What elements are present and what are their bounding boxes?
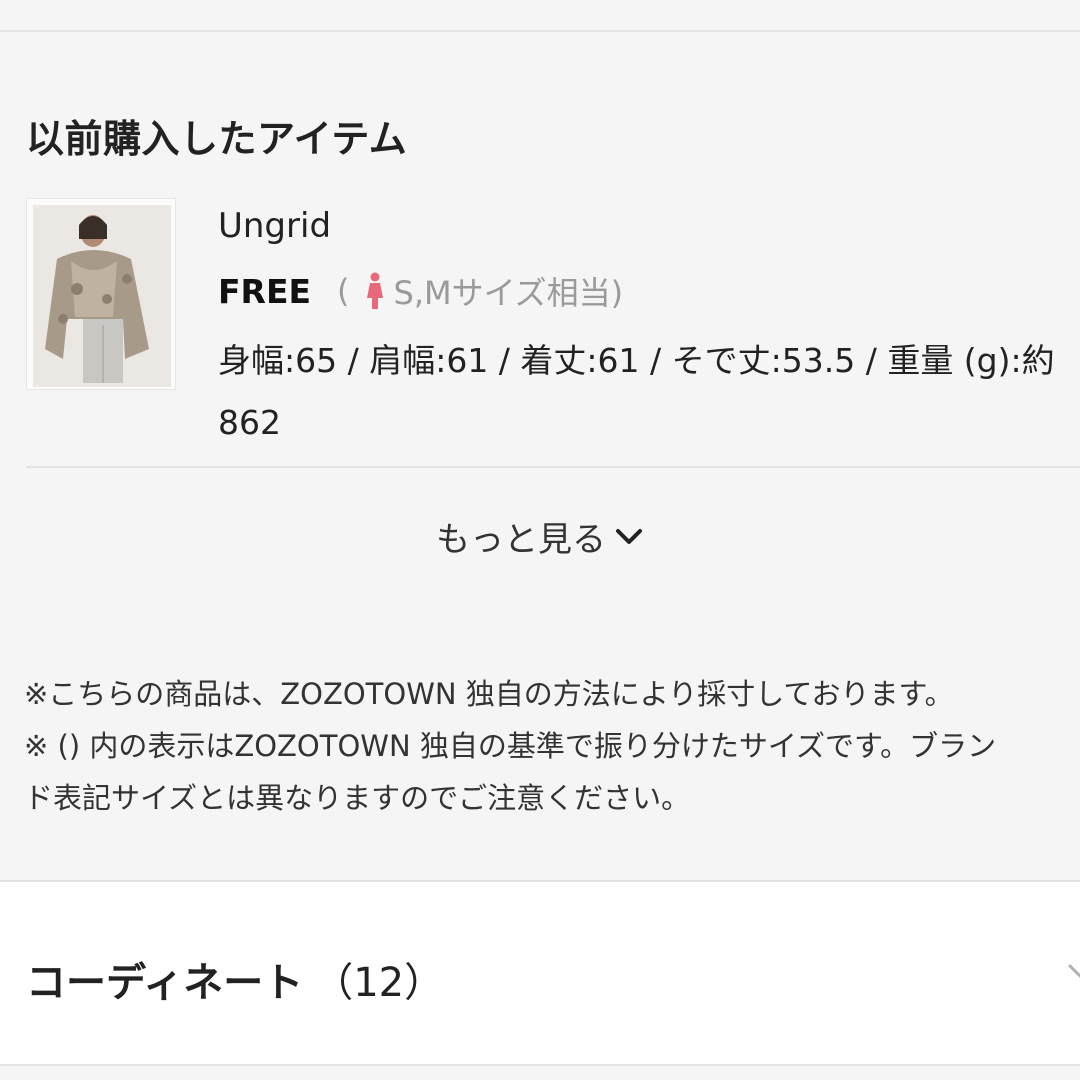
measurements: 身幅:65 / 肩幅:61 / 着丈:61 / そで丈:53.5 / 重量 (g… bbox=[218, 330, 1055, 454]
size-hint-open-paren: ( bbox=[337, 272, 350, 310]
coordinate-title: コーディネート （12） bbox=[26, 950, 444, 1008]
coordinate-count: （12） bbox=[313, 960, 445, 1006]
note-line-1: ※こちらの商品は、ZOZOTOWN 独自の方法により採寸しております。 bbox=[24, 677, 954, 711]
coordinate-section[interactable]: コーディネート （12） bbox=[0, 880, 1080, 1066]
item-thumbnail[interactable] bbox=[26, 198, 176, 390]
item-brand[interactable]: Ungrid bbox=[218, 206, 331, 246]
show-more-button[interactable]: もっと見る bbox=[0, 512, 1080, 561]
product-photo bbox=[27, 199, 175, 389]
measurements-line-1: 身幅:65 / 肩幅:61 / 着丈:61 / そで丈:53.5 / 重量 (g… bbox=[218, 341, 1055, 380]
section-title: 以前購入したアイテム bbox=[26, 117, 408, 161]
measurements-line-2: 862 bbox=[218, 403, 281, 442]
female-figure-icon bbox=[366, 272, 383, 309]
note-line-2: ※ () 内の表示はZOZOTOWN 独自の基準で振り分けたサイズです。ブラン bbox=[24, 729, 997, 763]
size-notes: ※こちらの商品は、ZOZOTOWN 独自の方法により採寸しております。 ※ ()… bbox=[24, 668, 1080, 824]
divider bbox=[26, 466, 1080, 468]
chevron-down-icon bbox=[616, 528, 642, 544]
size-row: FREE ( S,Mサイズ相当) bbox=[218, 268, 623, 314]
show-more-label: もっと見る bbox=[436, 520, 606, 560]
note-line-3: ド表記サイズとは異なりますのでご注意ください。 bbox=[24, 781, 691, 815]
size-hint-text: S,Mサイズ相当) bbox=[393, 274, 624, 312]
size-label: FREE bbox=[218, 271, 312, 311]
coordinate-title-text: コーディネート bbox=[26, 960, 304, 1006]
top-strip bbox=[0, 0, 1080, 32]
chevron-right-icon bbox=[1068, 964, 1080, 978]
size-hint: ( S,Mサイズ相当) bbox=[337, 268, 623, 314]
